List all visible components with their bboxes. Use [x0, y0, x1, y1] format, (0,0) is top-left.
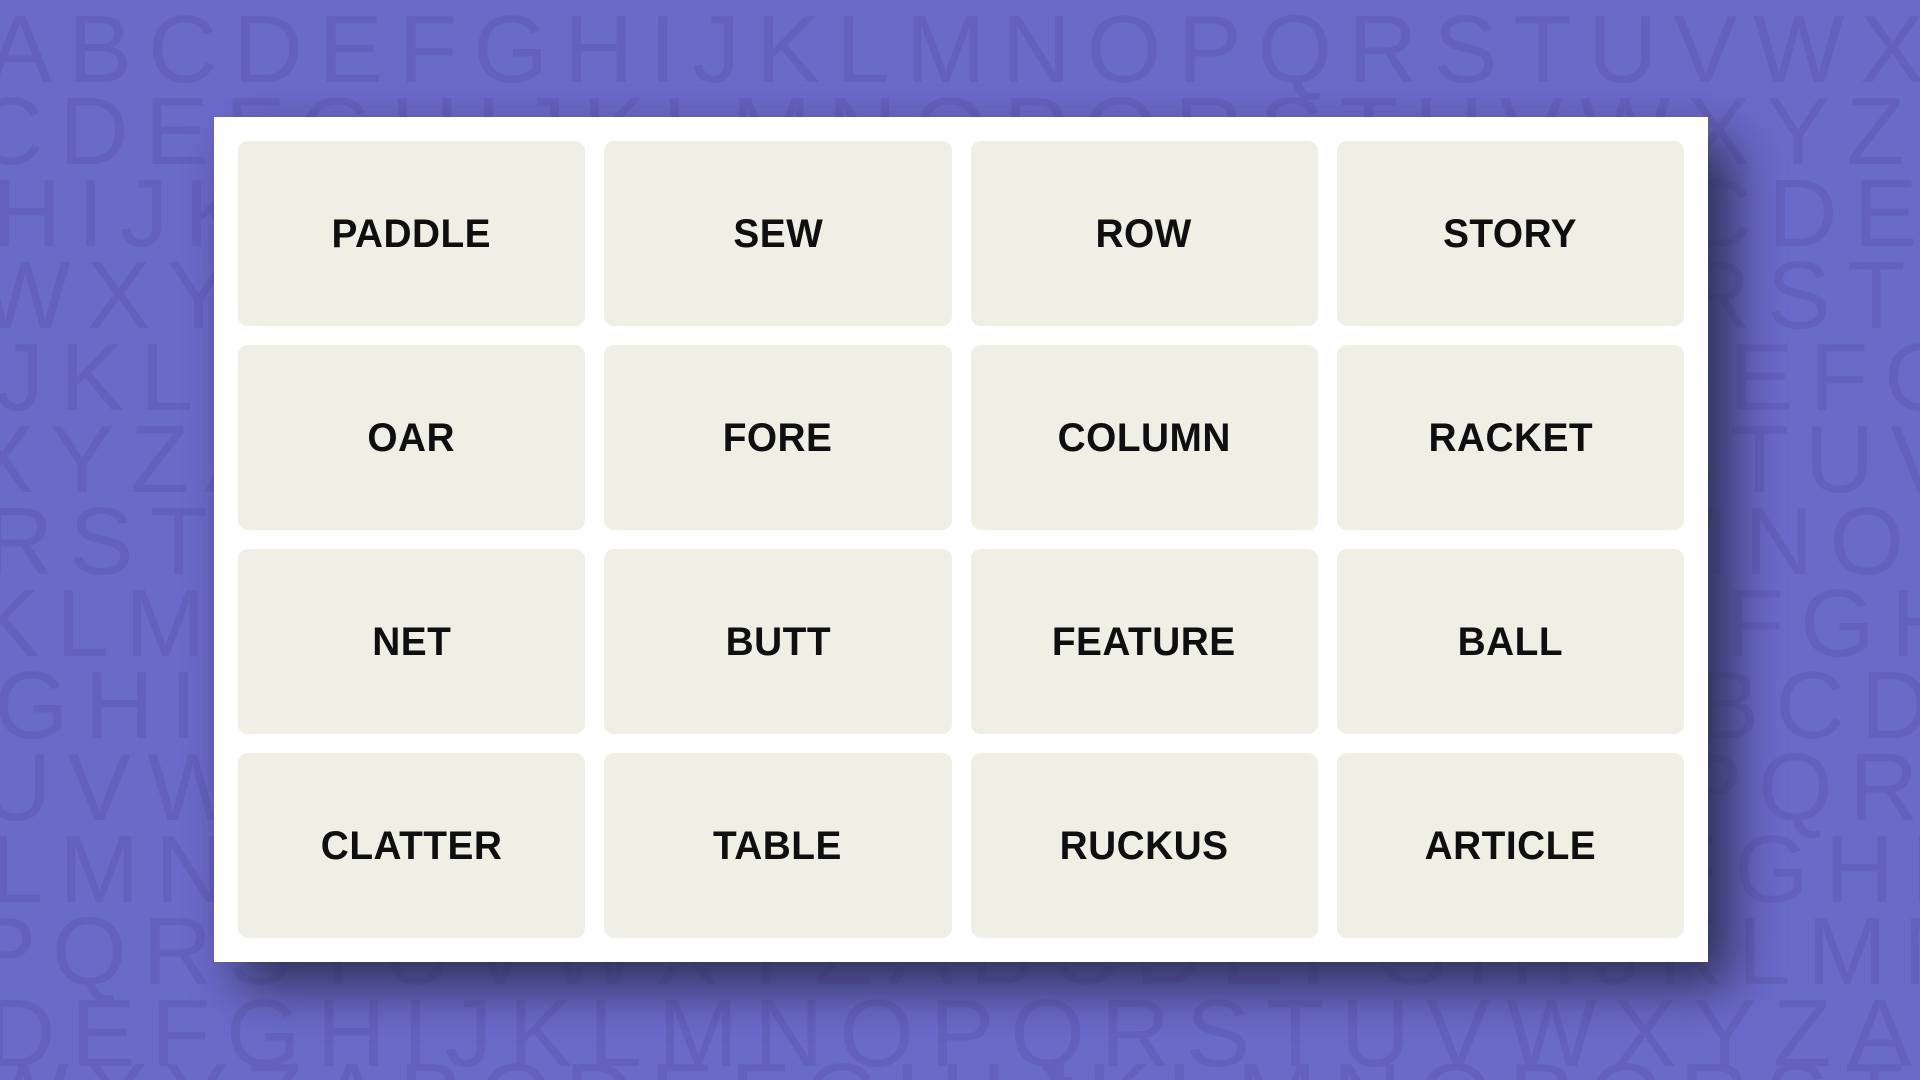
word-tile-label: CLATTER	[320, 823, 503, 868]
word-tile[interactable]: SEW	[604, 141, 952, 326]
word-tile[interactable]: ARTICLE	[1336, 753, 1684, 938]
word-tile-label: BUTT	[725, 619, 831, 664]
word-tile-label: FEATURE	[1052, 619, 1236, 664]
alphabet-background-row: ABCDEFGHIJKLMNOPQRSTUVWXYZABCDEFGHIJKLMN…	[0, 0, 1920, 103]
word-tile-label: NET	[372, 619, 452, 664]
word-tile[interactable]: RUCKUS	[970, 753, 1318, 938]
word-tile-label: COLUMN	[1057, 415, 1231, 460]
word-tile-label: ROW	[1095, 211, 1193, 256]
word-tile[interactable]: CLATTER	[238, 753, 586, 938]
word-tile[interactable]: BUTT	[604, 549, 952, 734]
word-tile-label: OAR	[367, 415, 456, 460]
puzzle-board: PADDLE SEW ROW STORY OAR FORE COLUMN RACKET NET B…	[214, 117, 1708, 962]
word-tile-label: RUCKUS	[1059, 823, 1229, 868]
app-root: ABCDEFGHIJKLMNOPQRSTUVWXYZABCDEFGHIJKLMN…	[0, 0, 1920, 1080]
word-tile-label: FORE	[723, 415, 833, 460]
word-tile[interactable]: FORE	[604, 345, 952, 530]
word-tile[interactable]: OAR	[238, 345, 586, 530]
word-tile[interactable]: TABLE	[604, 753, 952, 938]
word-tile[interactable]: RACKET	[1336, 345, 1684, 530]
word-tile[interactable]: FEATURE	[970, 549, 1318, 734]
word-tile-label: ARTICLE	[1424, 823, 1597, 868]
word-tile[interactable]: NET	[238, 549, 586, 734]
word-tile[interactable]: PADDLE	[238, 141, 586, 326]
word-tile-label: BALL	[1457, 619, 1564, 664]
word-tile-label: RACKET	[1428, 415, 1593, 460]
word-tile[interactable]: ROW	[970, 141, 1318, 326]
word-tile-grid: PADDLE SEW ROW STORY OAR FORE COLUMN RACKET NET B…	[238, 141, 1684, 938]
alphabet-background-row: WXYZABCDEFGHIJKLMNOPQRSTUVWXYZABCDEFGHIJ…	[0, 1050, 1920, 1080]
word-tile[interactable]: BALL	[1336, 549, 1684, 734]
alphabet-background-row: DEFGHIJKLMNOPQRSTUVWXYZABCDEFGHIJKLMNOPQ…	[0, 980, 1920, 1080]
word-tile-label: TABLE	[713, 823, 843, 868]
word-tile[interactable]: STORY	[1336, 141, 1684, 326]
word-tile-label: PADDLE	[331, 211, 492, 256]
word-tile-label: STORY	[1443, 211, 1578, 256]
word-tile[interactable]: COLUMN	[970, 345, 1318, 530]
word-tile-label: SEW	[732, 211, 823, 256]
